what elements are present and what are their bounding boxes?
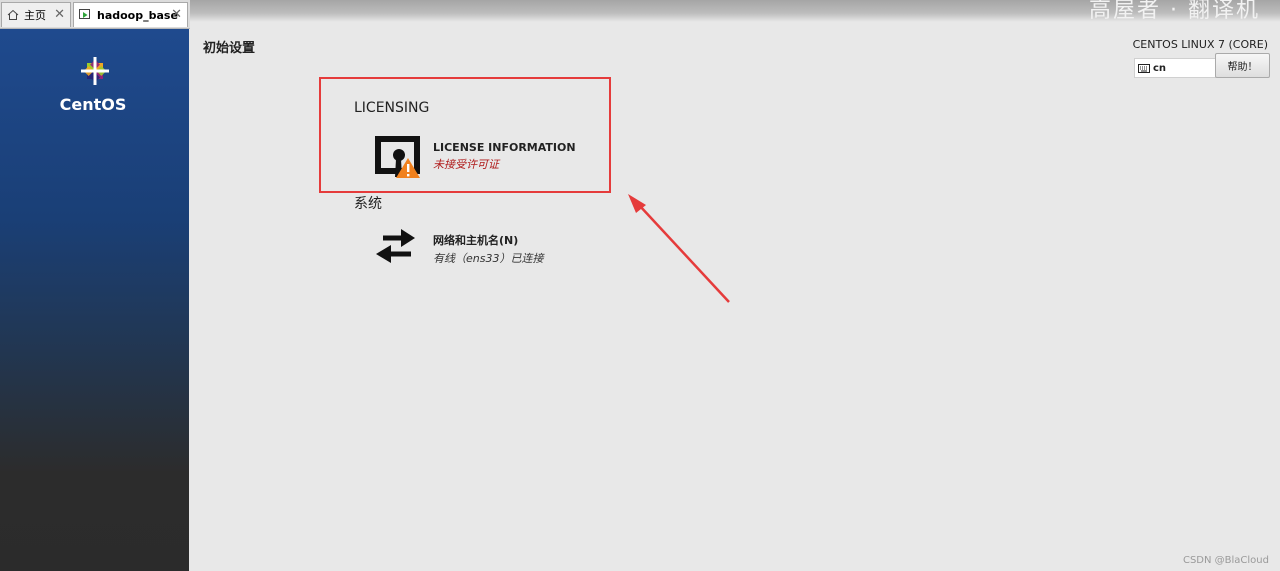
centos-logo: CentOS [60,53,130,114]
logo-text: CentOS [59,95,127,114]
csdn-watermark: CSDN @BlaCloud [1182,555,1269,566]
close-icon[interactable]: ✕ [171,7,182,22]
tab-hadoop-base[interactable]: hadoop_base ✕ [73,2,188,27]
spoke-status: 有线（ens33）已连接 [433,252,544,265]
overlay-watermark-text: 高屋者 · 翻译机 [1089,0,1260,23]
page-title: 初始设置 [203,41,256,56]
home-icon [7,9,19,21]
centos-logo-icon [81,57,109,85]
close-icon[interactable]: ✕ [54,7,65,22]
keyboard-label: cn [1153,62,1167,74]
keyboard-icon [1138,63,1150,73]
help-button[interactable]: 帮助！ [1215,53,1270,78]
keyboard-layout-indicator[interactable]: cn [1134,58,1216,78]
network-arrows-icon [371,224,421,274]
vm-icon [79,9,92,21]
tab-home[interactable]: 主页 ✕ [1,2,71,27]
spoke-network-hostname[interactable]: 网络和主机名(N) 有线（ens33）已连接 [371,224,543,274]
annotation-arrow [628,194,730,303]
product-name: CENTOS LINUX 7 (CORE) [1132,38,1268,51]
anaconda-sidebar: CentOS [0,29,189,571]
tab-home-label: 主页 [24,9,46,22]
vmware-tab-strip: 主页 ✕ hadoop_base ✕ [0,0,190,29]
annotation-highlight-box [319,77,611,193]
section-title-system: 系统 [354,196,382,212]
tab-vm-label: hadoop_base [97,8,178,22]
spoke-name: 网络和主机名(N) [433,234,519,247]
